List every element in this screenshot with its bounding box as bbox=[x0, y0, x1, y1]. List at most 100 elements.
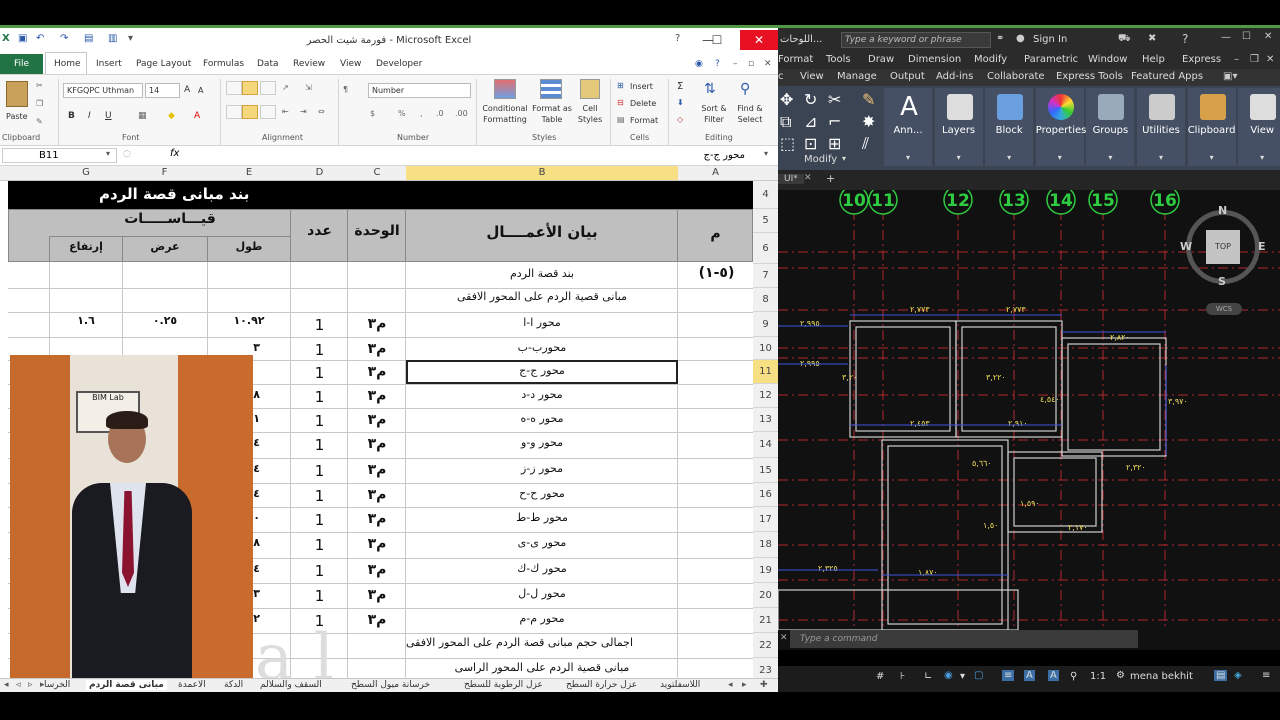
doc-minimize-icon[interactable]: – bbox=[733, 59, 738, 69]
menu-express[interactable]: Express bbox=[1182, 54, 1221, 65]
sheet-tab[interactable]: عزل الرطوبة للسطح bbox=[464, 680, 543, 690]
ribbon-button[interactable]: Layers ▾ bbox=[934, 88, 983, 166]
row-header[interactable]: 22 bbox=[753, 633, 778, 658]
offset-icon[interactable]: ⫽ bbox=[862, 134, 869, 154]
doc-close-icon[interactable]: ✕ bbox=[764, 59, 772, 69]
close-button[interactable]: ✕ bbox=[1264, 31, 1272, 42]
sheet-tab[interactable]: خرسانة ميول السطح bbox=[351, 680, 430, 690]
doc-close-icon[interactable]: ✕ bbox=[1266, 54, 1274, 65]
fill-color-icon[interactable]: ◆ bbox=[168, 111, 175, 121]
doc-restore-icon[interactable]: ▫ bbox=[748, 59, 754, 69]
ribbon-toggle-icon[interactable]: ▣▾ bbox=[1223, 71, 1237, 82]
tab-page-layout[interactable]: Page Layout bbox=[136, 59, 191, 69]
font-name-box[interactable]: KFGQPC Uthman bbox=[63, 83, 143, 98]
tab-review[interactable]: Review bbox=[293, 59, 325, 69]
drawing-canvas[interactable]: 10 11 12 13 14 15 16 ٢,٩٩٥ ٢,٧٧٣ ٢,٧٧٣ ٢,٩٩٥ ٢,٨٢٠… bbox=[778, 185, 1280, 631]
prev-sheet-icon[interactable]: ◃ bbox=[16, 680, 21, 690]
sheet-tab[interactable]: اللاسفلتويد bbox=[660, 680, 700, 690]
move-icon[interactable]: ✥ bbox=[780, 90, 793, 109]
wrap-text-icon[interactable]: ⇲ bbox=[305, 83, 312, 92]
column-header-e[interactable]: E bbox=[207, 167, 291, 178]
cut-icon[interactable]: ✂ bbox=[36, 81, 43, 90]
tab-developer[interactable]: Developer bbox=[376, 59, 422, 69]
align-right-icon[interactable] bbox=[260, 105, 276, 119]
scale-icon[interactable]: ⊡ bbox=[804, 134, 817, 153]
menu-window[interactable]: Window bbox=[1088, 54, 1127, 65]
user-icon[interactable]: ● bbox=[1016, 33, 1025, 44]
tab-add-ins[interactable]: Add-ins bbox=[936, 71, 973, 82]
align-center-icon[interactable] bbox=[242, 105, 258, 119]
format-as-table-icon[interactable] bbox=[540, 79, 562, 99]
row-header[interactable]: 17 bbox=[753, 507, 778, 532]
number-format-box[interactable]: Number bbox=[368, 83, 471, 98]
trim-icon[interactable]: ✂ bbox=[828, 90, 841, 109]
doc-minimize-icon[interactable]: – bbox=[1234, 54, 1239, 65]
cell-styles-label[interactable]: Cell Styles bbox=[572, 103, 608, 125]
sheet-tab[interactable]: الخرسا bbox=[44, 680, 70, 690]
menu-help[interactable]: Help bbox=[1142, 54, 1165, 65]
percent-icon[interactable]: % bbox=[398, 109, 406, 118]
delete-cells-label[interactable]: Delete bbox=[630, 99, 656, 108]
isolate-icon[interactable]: ◈ bbox=[1234, 670, 1242, 681]
tab-view[interactable]: View bbox=[800, 71, 824, 82]
ribbon-button[interactable]: Clipboard ▾ bbox=[1187, 88, 1236, 166]
viewcube-top[interactable]: TOP bbox=[1206, 230, 1240, 264]
row-header[interactable]: 14 bbox=[753, 432, 778, 458]
find-select-label[interactable]: Find & Select bbox=[732, 103, 768, 125]
clear-icon[interactable]: ◇ bbox=[677, 115, 683, 124]
delete-cells-icon[interactable]: ⊟ bbox=[617, 98, 624, 107]
font-size-box[interactable]: 14 bbox=[145, 83, 180, 98]
help-question-icon[interactable]: ? bbox=[715, 59, 720, 69]
command-close-icon[interactable]: ✕ bbox=[780, 633, 788, 643]
first-sheet-icon[interactable]: ◂ bbox=[4, 680, 9, 690]
mirror-icon[interactable]: ⊿ bbox=[804, 112, 817, 131]
column-header-c[interactable]: C bbox=[348, 167, 406, 178]
bold-icon[interactable]: B bbox=[68, 111, 75, 121]
column-header-d[interactable]: D bbox=[291, 167, 348, 178]
tab-collaborate[interactable]: Collaborate bbox=[987, 71, 1045, 82]
row-header[interactable]: 18 bbox=[753, 532, 778, 558]
format-cells-label[interactable]: Format bbox=[630, 116, 658, 125]
row-header[interactable]: 12 bbox=[753, 384, 778, 408]
exchange-icon[interactable]: ✖ bbox=[1148, 33, 1156, 44]
menu-dimension[interactable]: Dimension bbox=[908, 54, 961, 65]
dropdown-icon[interactable]: ▾ bbox=[935, 153, 983, 162]
annotation-scale-value[interactable]: 1:1 bbox=[1090, 671, 1106, 682]
new-tab-icon[interactable]: + bbox=[826, 172, 835, 185]
align-bottom-icon[interactable] bbox=[260, 81, 276, 95]
modify-label[interactable]: Modify bbox=[804, 154, 837, 165]
row-header[interactable]: 19 bbox=[753, 558, 778, 583]
dropdown-icon[interactable]: ▾ bbox=[1086, 153, 1134, 162]
copy-icon[interactable]: ⧉ bbox=[780, 112, 791, 132]
annotation-icon[interactable]: A bbox=[1024, 670, 1035, 681]
wcs-button[interactable]: WCS bbox=[1206, 303, 1242, 315]
osnap-icon[interactable]: ▢ bbox=[974, 670, 983, 681]
dropdown-icon[interactable]: ▾ bbox=[985, 153, 1033, 162]
sheet-tab-active[interactable]: مبانى قصة الردم bbox=[86, 680, 167, 690]
row-header[interactable]: 20 bbox=[753, 583, 778, 608]
align-left-icon[interactable] bbox=[226, 105, 242, 119]
tab-featured-apps[interactable]: Featured Apps bbox=[1131, 71, 1203, 82]
borders-icon[interactable]: ▦ bbox=[138, 111, 147, 121]
formula-bar-expand-icon[interactable]: ▾ bbox=[764, 149, 768, 158]
command-input[interactable]: Type a command bbox=[790, 630, 1138, 648]
tab-file[interactable]: File bbox=[0, 54, 43, 74]
row-header[interactable]: 16 bbox=[753, 483, 778, 507]
accounting-icon[interactable]: $ bbox=[370, 109, 375, 118]
decrease-indent-icon[interactable]: ⇤ bbox=[282, 107, 289, 116]
menu-draw[interactable]: Draw bbox=[868, 54, 894, 65]
sheet-tab[interactable]: الدكة bbox=[224, 680, 243, 690]
help-icon[interactable]: ◉ bbox=[695, 59, 703, 69]
font-color-icon[interactable]: A bbox=[194, 111, 200, 121]
tab-scroll-left-icon[interactable]: ◂ bbox=[728, 680, 733, 690]
grid-icon[interactable]: # bbox=[876, 671, 884, 682]
cell-styles-icon[interactable] bbox=[580, 79, 600, 99]
annotation-visibility-icon[interactable]: ⚲ bbox=[1070, 671, 1077, 682]
annotation-scale-icon[interactable]: A bbox=[1048, 670, 1059, 681]
help-icon[interactable]: ? bbox=[1182, 32, 1188, 46]
format-painter-icon[interactable]: ✎ bbox=[36, 117, 43, 126]
align-middle-icon[interactable] bbox=[242, 81, 258, 95]
row-header[interactable]: 13 bbox=[753, 408, 778, 432]
tab-scroll-right-icon[interactable]: ▸ bbox=[742, 680, 747, 690]
sort-filter-label[interactable]: Sort & Filter bbox=[696, 103, 732, 125]
